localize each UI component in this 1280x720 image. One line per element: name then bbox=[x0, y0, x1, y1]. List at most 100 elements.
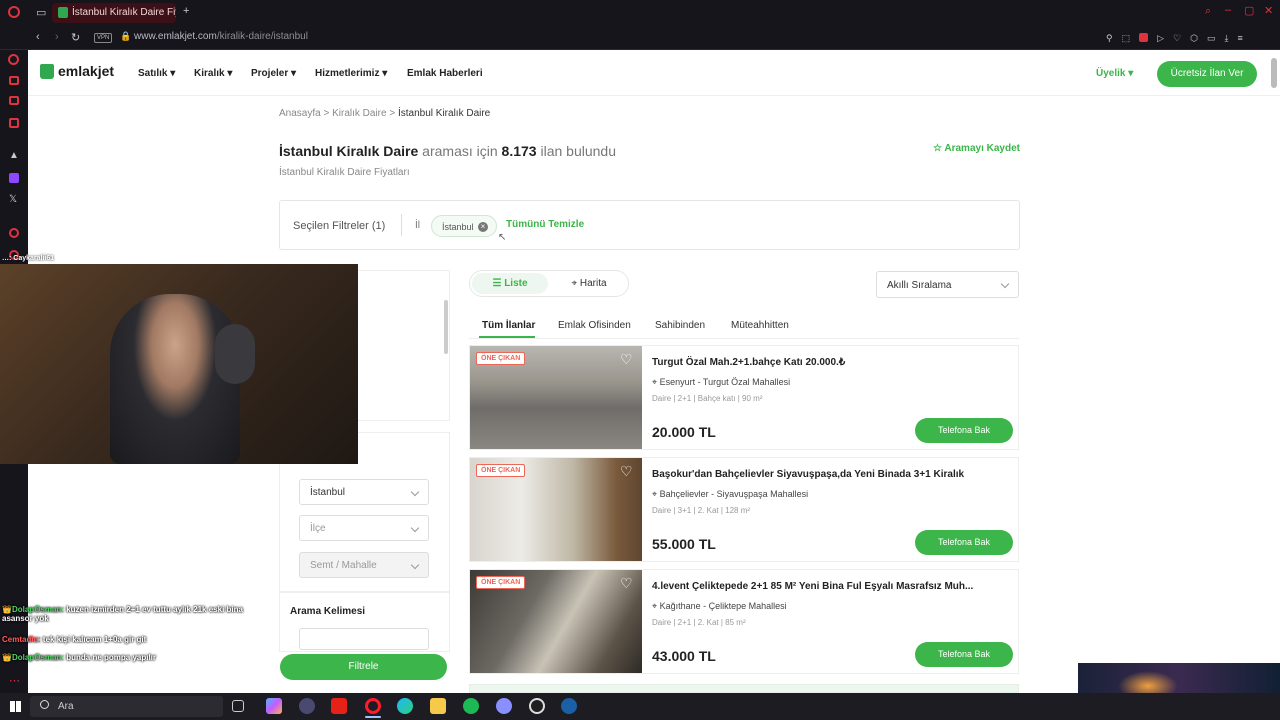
sidebar-icon-1[interactable] bbox=[8, 54, 19, 65]
listing-meta: Daire | 2+1 | Bahçe katı | 90 m² bbox=[652, 394, 763, 403]
shield-icon[interactable] bbox=[1139, 33, 1149, 42]
more-icon[interactable]: ⋯ bbox=[9, 674, 20, 687]
reload-icon[interactable]: ↻ bbox=[71, 31, 80, 44]
favorite-heart-icon[interactable]: ♡ bbox=[620, 575, 636, 591]
file-explorer-icon[interactable] bbox=[430, 698, 446, 714]
minimize-button[interactable]: – bbox=[1225, 4, 1231, 16]
listing-card[interactable]: ÖNE ÇIKAN ♡ 4.levent Çeliktepede 2+1 85 … bbox=[469, 569, 1019, 674]
url-field[interactable]: www.emlakjet.com/kiralik-daire/istanbul bbox=[134, 31, 308, 42]
discord-icon[interactable] bbox=[496, 698, 512, 714]
tab-favicon bbox=[58, 7, 68, 18]
show-phone-button[interactable]: Telefona Bak bbox=[915, 418, 1013, 443]
tab-agency[interactable]: Emlak Ofisinden bbox=[558, 320, 631, 331]
vpn-badge[interactable]: VPN bbox=[94, 33, 113, 43]
nav-kiralik[interactable]: Kiralık ▾ bbox=[194, 68, 232, 79]
tab-switcher-icon[interactable]: ▭ bbox=[36, 6, 46, 19]
aria-icon[interactable]: ▲ bbox=[9, 150, 19, 161]
sidebar-icon-3[interactable] bbox=[9, 96, 19, 105]
maximize-button[interactable]: ▢ bbox=[1244, 4, 1254, 17]
clear-all-filters[interactable]: Tümünü Temizle bbox=[506, 219, 584, 230]
city-select[interactable]: İstanbul bbox=[299, 479, 429, 505]
sidebar-icon-2[interactable] bbox=[9, 76, 19, 85]
sort-select[interactable]: Akıllı Sıralama bbox=[876, 271, 1019, 298]
save-search-button[interactable]: ☆ Aramayı Kaydet bbox=[933, 143, 1020, 154]
search-tabs-icon[interactable]: ⌕ bbox=[1205, 5, 1211, 18]
remove-chip-icon[interactable]: × bbox=[478, 222, 488, 232]
keyword-input[interactable] bbox=[299, 628, 429, 650]
twitch-icon[interactable] bbox=[9, 173, 19, 183]
taskbar-active-indicator bbox=[365, 716, 381, 718]
selected-filters-label: Seçilen Filtreler (1) bbox=[293, 220, 386, 232]
page-subtitle[interactable]: İstanbul Kiralık Daire Fiyatları bbox=[279, 167, 410, 178]
listing-location: ⌖ Esenyurt - Turgut Özal Mahallesi bbox=[652, 377, 791, 387]
favorite-heart-icon[interactable]: ♡ bbox=[620, 463, 636, 479]
play-icon[interactable]: ▷ bbox=[1157, 33, 1164, 44]
filter-chip-istanbul[interactable]: İstanbul × bbox=[431, 215, 497, 237]
new-tab-button[interactable]: + bbox=[183, 5, 189, 17]
favorite-heart-icon[interactable]: ♡ bbox=[620, 351, 636, 367]
opera-menu-icon[interactable] bbox=[8, 6, 20, 18]
obs-icon[interactable] bbox=[529, 698, 545, 714]
breadcrumb-kiralik-daire[interactable]: Kiralık Daire bbox=[332, 108, 386, 119]
sidebar-icon-clock[interactable] bbox=[9, 228, 19, 238]
nav-hizmetlerimiz[interactable]: Hizmetlerimiz ▾ bbox=[315, 68, 387, 79]
chat-line: Cemtadic: tek kişi kalıcam 1+0a gir git bbox=[2, 635, 147, 644]
youtube-icon[interactable] bbox=[331, 698, 347, 714]
breadcrumb-home[interactable]: Anasayfa bbox=[279, 108, 321, 119]
tab-title: İstanbul Kiralık Daire Fiyatl bbox=[72, 7, 176, 18]
menu-icon[interactable]: ≡ bbox=[1237, 33, 1242, 44]
wallet-icon[interactable]: ▭ bbox=[1207, 33, 1216, 44]
view-list-button[interactable]: ☰ Liste bbox=[472, 273, 548, 294]
listing-card[interactable]: ÖNE ÇIKAN ♡ Turgut Özal Mah.2+1.bahçe Ka… bbox=[469, 345, 1019, 450]
show-phone-button[interactable]: Telefona Bak bbox=[915, 642, 1013, 667]
back-icon[interactable]: ‹ bbox=[36, 31, 40, 43]
taskbar-search[interactable]: Ara bbox=[30, 696, 223, 717]
forward-icon[interactable]: › bbox=[55, 31, 59, 43]
listing-meta: Daire | 2+1 | 2. Kat | 85 m² bbox=[652, 618, 746, 627]
url-host: www.emlakjet.com bbox=[134, 31, 217, 42]
tab-active[interactable]: İstanbul Kiralık Daire Fiyatl bbox=[52, 3, 176, 23]
download-icon[interactable]: ⤓ bbox=[1224, 33, 1228, 44]
listing-title[interactable]: Turgut Özal Mah.2+1.bahçe Katı 20.000.₺ bbox=[652, 357, 845, 368]
pin-icon[interactable]: ⚲ bbox=[1106, 33, 1113, 44]
breadcrumb: Anasayfa > Kiralık Daire > İstanbul Kira… bbox=[279, 108, 491, 119]
nav-projeler[interactable]: Projeler ▾ bbox=[251, 68, 296, 79]
page-scrollbar[interactable] bbox=[1271, 58, 1277, 88]
listing-card[interactable]: ÖNE ÇIKAN ♡ Başokur'dan Bahçelievler Siy… bbox=[469, 457, 1019, 562]
browser-tab-bar bbox=[0, 0, 1280, 26]
listing-title[interactable]: 4.levent Çeliktepede 2+1 85 M² Yeni Bina… bbox=[652, 581, 973, 592]
edge-icon[interactable] bbox=[397, 698, 413, 714]
nav-satilik[interactable]: Satılık ▾ bbox=[138, 68, 175, 79]
show-phone-button[interactable]: Telefona Bak bbox=[915, 530, 1013, 555]
apply-filter-button[interactable]: Filtrele bbox=[280, 654, 447, 680]
steam-icon[interactable] bbox=[561, 698, 577, 714]
breadcrumb-current: İstanbul Kiralık Daire bbox=[397, 108, 491, 119]
copilot-icon[interactable] bbox=[266, 698, 282, 714]
logo-house-icon bbox=[40, 63, 54, 79]
filter-panel-scrollbar[interactable] bbox=[444, 300, 448, 354]
view-map-button[interactable]: ⌖ Harita bbox=[552, 273, 626, 294]
listing-location: ⌖ Bahçelievler - Siyavuşpaşa Mahallesi bbox=[652, 489, 809, 499]
chat-line: 👑DolapOsman: kuzen izmirden 2+1 ev tuttu… bbox=[2, 605, 243, 623]
neighborhood-select[interactable]: Semt / Mahalle bbox=[299, 552, 429, 578]
nav-emlak-haberleri[interactable]: Emlak Haberleri bbox=[407, 68, 483, 79]
district-select[interactable]: İlçe bbox=[299, 515, 429, 541]
extensions-icon[interactable]: ⬡ bbox=[1190, 33, 1198, 44]
sidebar-icon-4[interactable] bbox=[9, 118, 19, 128]
post-listing-button[interactable]: Ücretsiz İlan Ver bbox=[1157, 61, 1257, 87]
opera-taskbar-icon[interactable] bbox=[365, 698, 381, 714]
spotify-icon[interactable] bbox=[463, 698, 479, 714]
x-icon[interactable]: 𝕏 bbox=[9, 194, 17, 205]
listing-title[interactable]: Başokur'dan Bahçelievler Siyavuşpaşa,da … bbox=[652, 469, 964, 480]
close-window-button[interactable]: ✕ bbox=[1264, 4, 1273, 17]
tab-contractor[interactable]: Müteahhitten bbox=[731, 320, 789, 331]
taskbar-app-icon[interactable] bbox=[299, 698, 315, 714]
snapshot-icon[interactable]: ⬚ bbox=[1122, 33, 1131, 44]
membership-menu[interactable]: Üyelik ▾ bbox=[1096, 68, 1133, 79]
task-view-icon[interactable] bbox=[232, 700, 244, 712]
tab-owner[interactable]: Sahibinden bbox=[655, 320, 705, 331]
tab-all-listings[interactable]: Tüm İlanlar bbox=[482, 320, 535, 331]
heart-icon[interactable]: ♡ bbox=[1173, 33, 1181, 44]
windows-start-icon[interactable] bbox=[10, 701, 21, 712]
site-logo[interactable]: emlakjet bbox=[40, 63, 114, 79]
